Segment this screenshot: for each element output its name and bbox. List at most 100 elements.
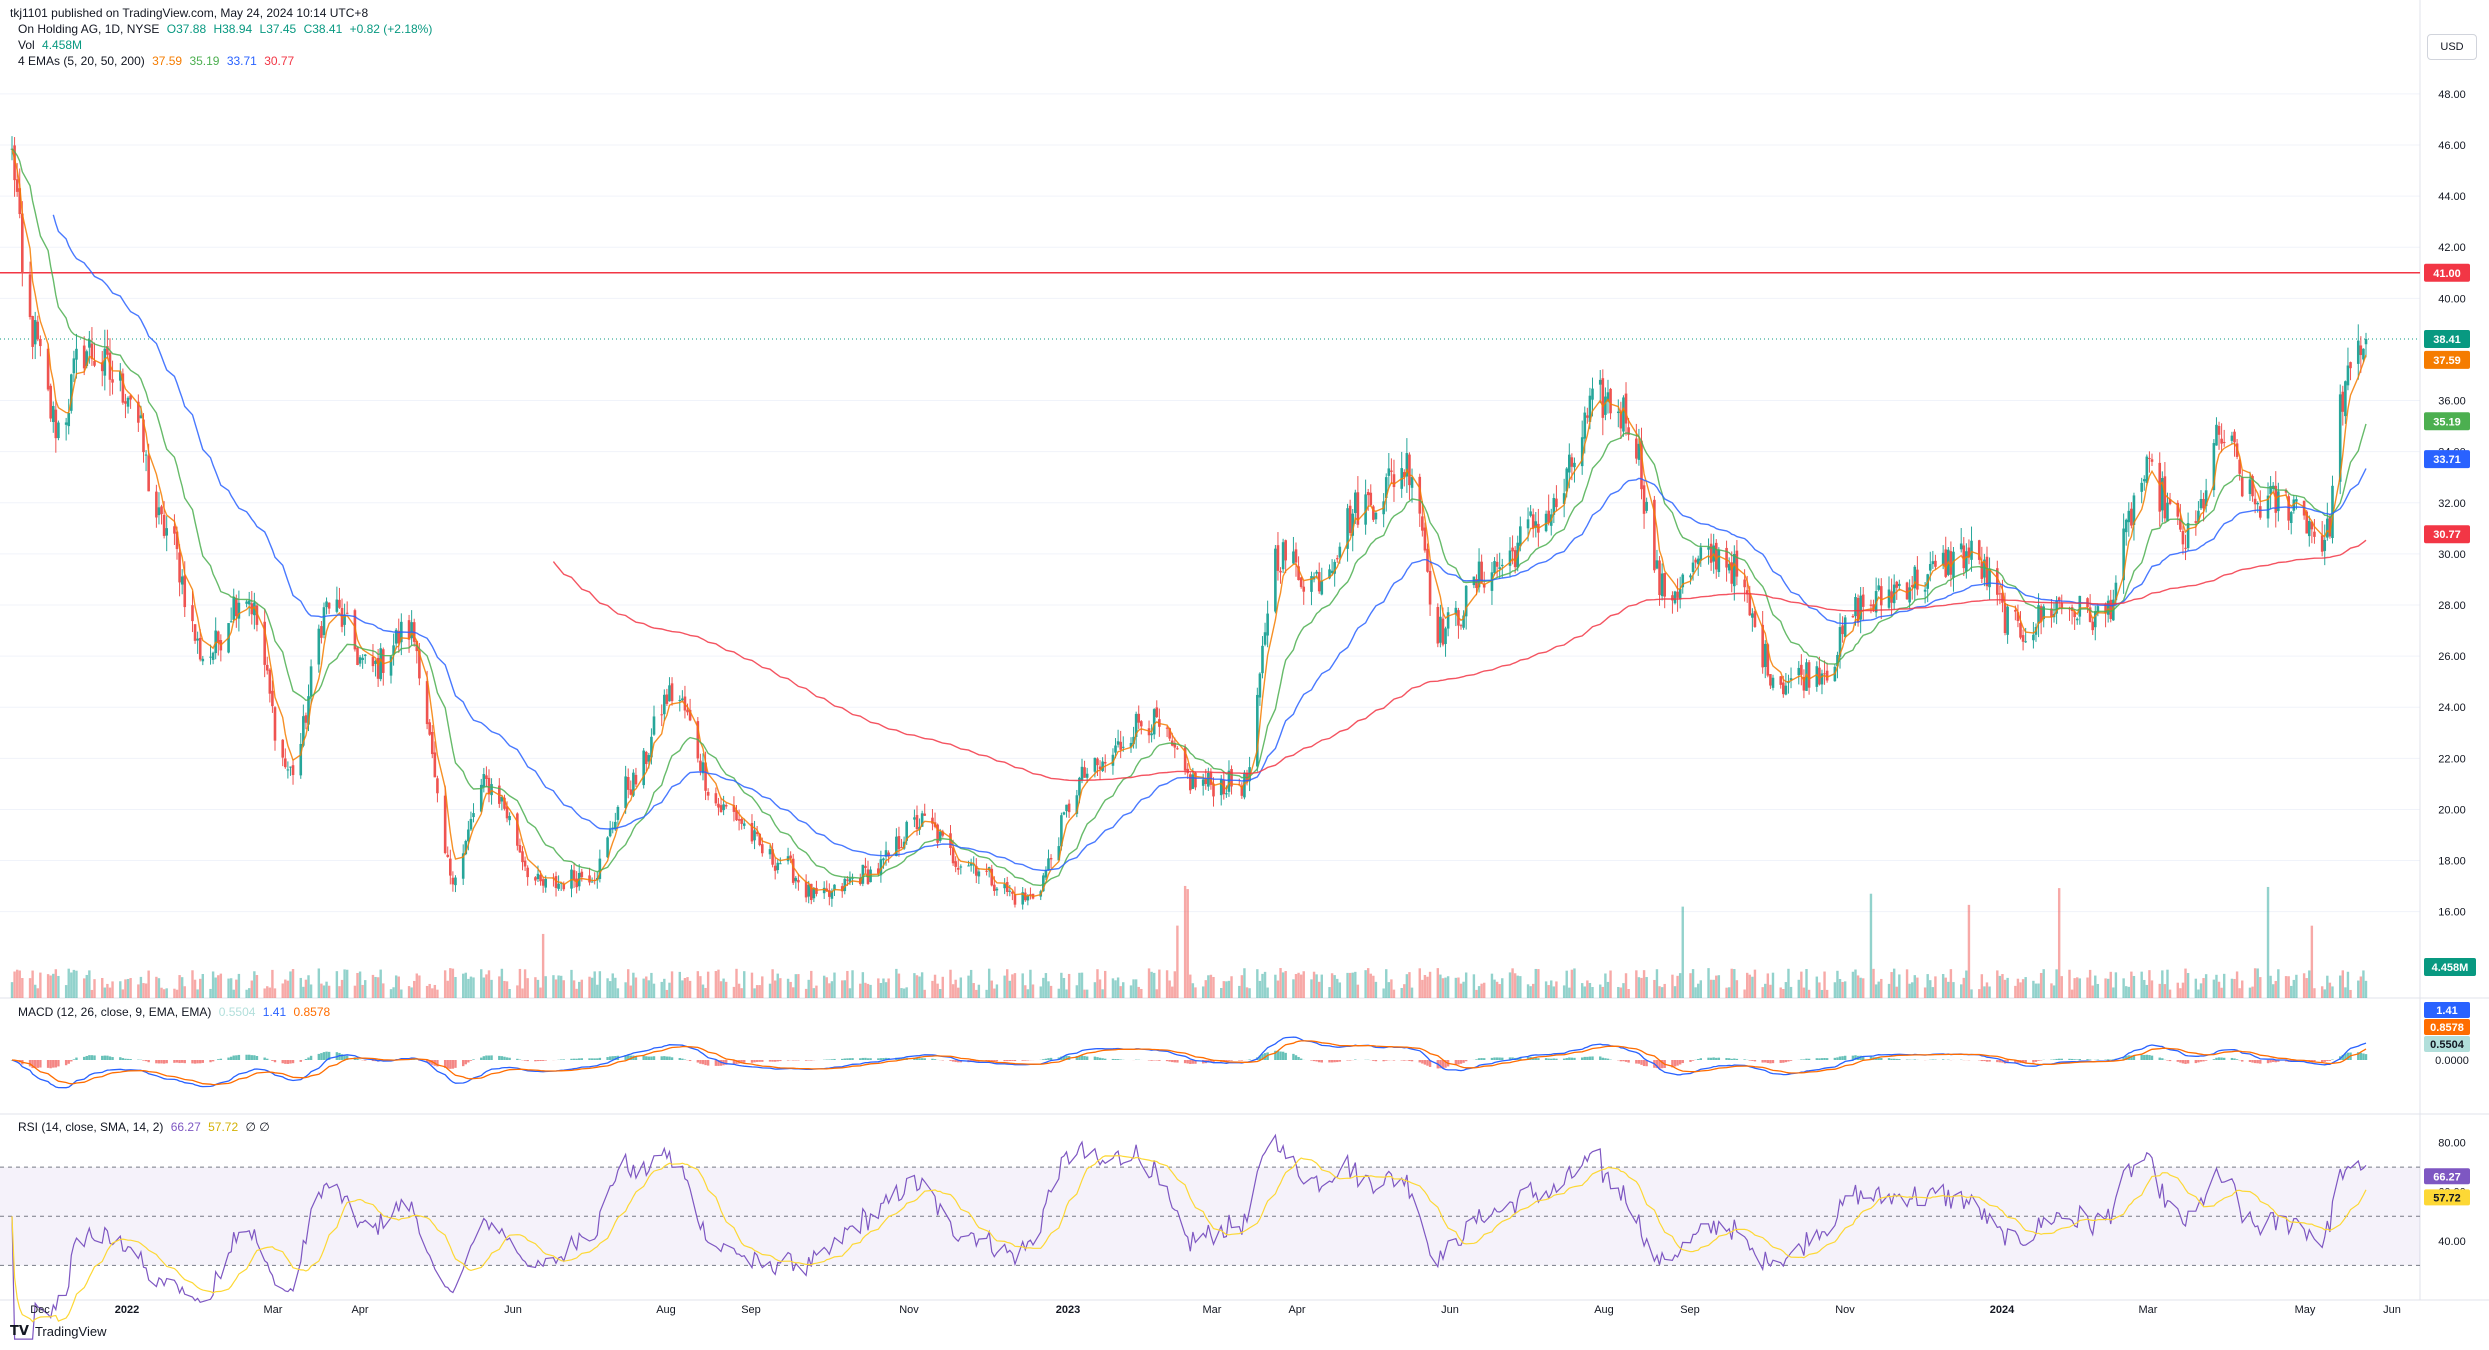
macd-hist-bar [1697,1059,1700,1060]
volume-bar [111,981,114,998]
candle-body [454,877,457,886]
volume-bar [918,976,921,998]
macd-hist-bar [995,1060,999,1062]
volume-bar [196,989,199,998]
volume-bar [977,984,981,998]
macd-hist-bar [846,1058,849,1060]
volume-bar [309,984,313,998]
volume-bar [1495,981,1499,998]
macd-hist-bar [1403,1060,1406,1061]
volume-bar [1351,972,1354,998]
macd-label[interactable]: MACD (12, 26, close, 9, EMA, EMA) [18,1005,211,1019]
volume-bar [1619,987,1623,998]
volume-bar [557,975,560,998]
candle-body [1436,607,1440,644]
volume-bar [126,978,130,998]
candle-body [1544,513,1548,532]
volume-bar [1457,977,1460,998]
volume-bar [1201,986,1205,998]
volume-bar [593,971,596,998]
candle-body [2003,603,2007,634]
volume-bar [2241,980,2244,998]
macd-hist-bar [1699,1058,1702,1060]
volume-bar [681,980,684,998]
candle-body [356,647,359,666]
volume-bar [1856,975,1860,998]
price-badge-label: 38.41 [2433,334,2461,346]
macd-hist-bar [289,1060,292,1064]
volume-bar [2328,982,2332,998]
macd-hist-bar [1627,1060,1630,1063]
time-tick-label: Sep [741,1304,761,1316]
candle-body [2217,426,2221,435]
candle-body [1573,462,1576,468]
volume-bar [861,972,865,998]
macd-hist-bar [2037,1060,2040,1061]
volume-bar [2166,969,2169,998]
candle-body [64,422,68,425]
candle-body [2233,431,2236,443]
candle-body [1390,470,1393,472]
macd-hist-bar [193,1060,197,1064]
rsi-label[interactable]: RSI (14, close, SMA, 14, 2) [18,1120,163,1134]
macd-hist-bar [843,1058,846,1060]
macd-hist-bar [1802,1059,1806,1060]
volume-bar [2357,980,2360,998]
volume-bar [990,980,993,998]
volume-bar [1176,925,1179,998]
macd-hist-bar [2199,1060,2203,1062]
candle-body [2124,519,2128,533]
macd-hist-bar [1042,1059,1045,1060]
candle-body [273,707,277,741]
candle-body [361,657,364,660]
volume-bar [1281,972,1285,998]
currency-button[interactable]: USD [2427,34,2477,60]
volume-bar [1820,989,1824,998]
macd-hist-bar [2359,1052,2363,1060]
volume-bar [2016,978,2020,998]
candle-body [742,823,746,826]
volume-bar [1550,980,1553,998]
macd-hist-bar [245,1054,248,1060]
macd-hist-bar [1624,1060,1628,1062]
volume-bar [1230,976,1233,998]
symbol-name[interactable]: On Holding AG, 1D, NYSE [18,22,159,36]
volume-bar [812,988,816,998]
candle-body [162,514,166,536]
volume-bar [1418,968,1421,998]
volume-bar [1013,973,1017,998]
candle-body [320,626,323,638]
macd-hist-bar [1689,1060,1692,1062]
candle-body [1155,707,1159,718]
volume-bar [1003,975,1006,998]
volume-bar [1655,969,1659,998]
candle-body [663,694,666,715]
macd-hist-bar [2166,1060,2169,1061]
candle-body [1655,560,1659,569]
volume-bar [480,969,483,998]
macd-hist-bar [866,1058,870,1060]
macd-hist-bar [2328,1060,2332,1061]
candle-body [232,596,236,620]
macd-hist-bar [1008,1060,1012,1062]
candle-body [760,844,764,854]
volume-bar [2222,973,2226,998]
volume-bar [1372,975,1375,998]
volume-bar [155,976,158,998]
vol-label[interactable]: Vol [18,38,35,52]
candle-body [2307,520,2311,537]
volume-bar [49,975,52,998]
volume-bar [1660,987,1664,998]
macd-hist-bar [1093,1056,1097,1060]
candle-body [2202,498,2205,509]
macd-hist-bar [173,1060,176,1063]
volume-bar [469,976,473,998]
candle-body [1568,454,1571,473]
volume-bar [1183,885,1187,998]
volume-bar [1751,976,1754,998]
candle-body [1604,396,1607,415]
ema-label[interactable]: 4 EMAs (5, 20, 50, 200) [18,54,145,68]
candle-body [2194,521,2198,523]
volume-bar [1446,976,1450,998]
candle-body [534,877,537,881]
